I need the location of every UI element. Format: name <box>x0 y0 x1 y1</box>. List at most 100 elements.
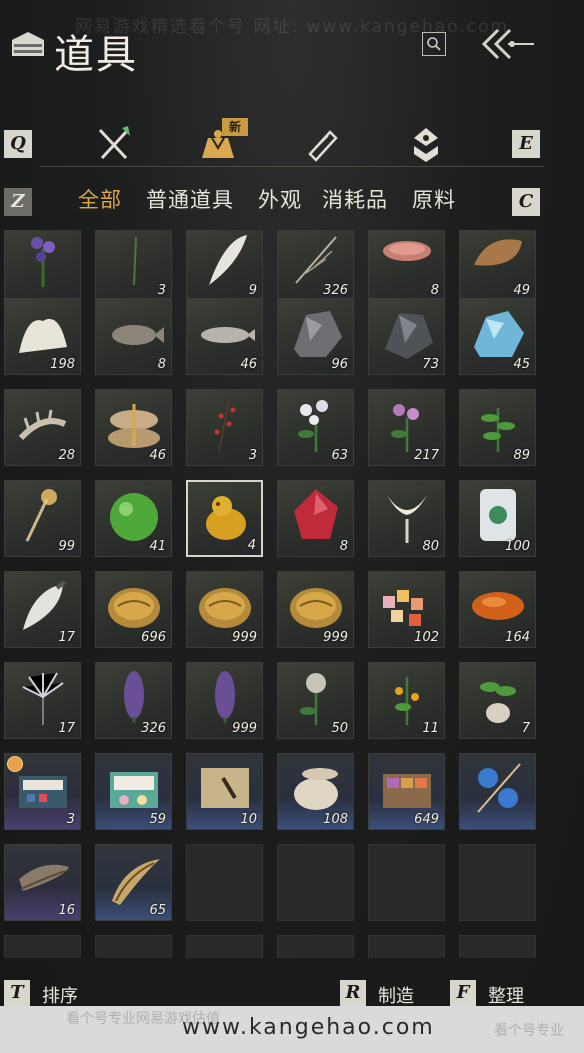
inventory-slot-orange-stone[interactable]: 164 <box>459 571 536 648</box>
category-materials[interactable]: 原料 <box>412 184 456 214</box>
inventory-slot-orange-fruit-plant[interactable]: 11 <box>368 662 445 739</box>
inventory-slot-gold-shell[interactable]: 999 <box>277 571 354 648</box>
search-button[interactable] <box>422 32 446 56</box>
tidy-key[interactable]: F <box>450 980 476 1006</box>
crossed-swords-icon[interactable] <box>94 124 134 164</box>
category-prev-key[interactable]: Z <box>4 188 32 216</box>
gift-box-teal-icon <box>110 772 158 808</box>
inventory-slot-empty[interactable] <box>277 935 354 958</box>
inventory-slot-empty[interactable] <box>368 844 445 921</box>
category-all[interactable]: 全部 <box>78 184 122 214</box>
back-arrow-icon[interactable] <box>478 26 538 62</box>
item-quantity: 7 <box>521 721 530 736</box>
category-row: Z 全部 普通道具 外观 消耗品 原料 C <box>0 182 584 220</box>
item-quantity: 8 <box>430 283 439 298</box>
fish-silver-icon <box>201 327 255 343</box>
inventory-slot-white-lily[interactable]: 80 <box>368 480 445 557</box>
dark-ore-icon <box>385 313 433 359</box>
inventory-slot-empty[interactable] <box>459 844 536 921</box>
item-quantity: 17 <box>58 630 75 645</box>
inventory-slot-pink-flower[interactable]: 217 <box>368 389 445 466</box>
item-quantity: 89 <box>513 448 530 463</box>
inventory-slot-green-plant[interactable]: 89 <box>459 389 536 466</box>
scroll-icon[interactable] <box>302 124 342 164</box>
inventory-slot-gold-shell[interactable]: 696 <box>95 571 172 648</box>
purple-spike-icon <box>124 671 144 723</box>
inventory-slot-sparkler-torch[interactable]: 99 <box>4 480 81 557</box>
fur-pelt-icon <box>474 239 522 266</box>
inventory-slot-gift-box-teal[interactable]: 59 <box>95 753 172 830</box>
category-appearance[interactable]: 外观 <box>258 184 302 214</box>
inventory-slot-fur-pelt[interactable]: 49 <box>459 230 536 301</box>
inventory-slot-empty[interactable] <box>277 844 354 921</box>
inventory-slot-gold-toad[interactable]: 4 <box>186 480 263 557</box>
inventory-slot-empty[interactable] <box>95 935 172 958</box>
inventory-slot-candy-pieces[interactable]: 102 <box>368 571 445 648</box>
inventory-slot-blue-crystal[interactable]: 45 <box>459 298 536 375</box>
inventory-slot-white-coral[interactable]: 198 <box>4 298 81 375</box>
pouch-icon[interactable] <box>198 124 238 164</box>
inventory-slot-horn-dark[interactable]: 16 <box>4 844 81 921</box>
sort-key[interactable]: T <box>4 980 30 1006</box>
category-next-key[interactable]: C <box>512 188 540 216</box>
tidy-label[interactable]: 整理 <box>488 982 524 1008</box>
inventory-slot-potted-plant[interactable]: 7 <box>459 662 536 739</box>
inventory-slot-gold-shell[interactable]: 999 <box>186 571 263 648</box>
item-quantity: 999 <box>232 630 257 645</box>
bag-icon <box>12 32 44 56</box>
inventory-slot-dark-ore[interactable]: 73 <box>368 298 445 375</box>
inventory-slot-empty[interactable] <box>4 935 81 958</box>
inventory-slot-white-feather[interactable]: 9 <box>186 230 263 301</box>
inventory-slot-red-berries[interactable]: 3 <box>186 389 263 466</box>
inventory-slot-jade-tablet[interactable]: 100 <box>459 480 536 557</box>
inventory-slot-raw-meat[interactable]: 8 <box>368 230 445 301</box>
inventory-slot-white-flower[interactable]: 63 <box>277 389 354 466</box>
spirit-icon[interactable] <box>406 124 446 164</box>
inventory-grid: 3 9 326 8 49 198 8 46 96 73 45 28 46 3 63 217 89 99 41 4 8 80… <box>0 230 584 958</box>
inventory-slot-ink-scroll[interactable]: 10 <box>186 753 263 830</box>
inventory-slot-bone-spine[interactable]: 28 <box>4 389 81 466</box>
inventory-slot-green-orb[interactable]: 41 <box>95 480 172 557</box>
dry-herb-icon <box>295 236 337 284</box>
inventory-slot-red-gem[interactable]: 8 <box>277 480 354 557</box>
craft-label[interactable]: 制造 <box>378 982 414 1008</box>
inventory-slot-dry-herb[interactable]: 326 <box>277 230 354 301</box>
inventory-slot-stone-flower[interactable]: 50 <box>277 662 354 739</box>
white-lily-icon <box>387 495 427 543</box>
inventory-slot-blue-bird-pair[interactable] <box>459 753 536 830</box>
inventory-slot-silver-spider-lily[interactable]: 17 <box>4 662 81 739</box>
sparkler-torch-icon <box>25 489 57 542</box>
inventory-slot-white-plume[interactable]: 17 <box>4 571 81 648</box>
craft-key[interactable]: R <box>340 980 366 1006</box>
inventory-slot-fish-grey[interactable]: 8 <box>95 298 172 375</box>
inventory-slot-empty[interactable] <box>459 935 536 958</box>
inventory-slot-iron-ore[interactable]: 96 <box>277 298 354 375</box>
category-consumables[interactable]: 消耗品 <box>322 184 388 214</box>
inventory-slot-fish-silver[interactable]: 46 <box>186 298 263 375</box>
sort-label[interactable]: 排序 <box>42 982 78 1008</box>
inventory-slot-empty[interactable] <box>368 935 445 958</box>
white-coral-icon <box>19 318 67 353</box>
inventory-slot-gift-box-brown[interactable]: 649 <box>368 753 445 830</box>
tab-next-key[interactable]: E <box>512 130 540 158</box>
inventory-slot-rice-bundle[interactable]: 46 <box>95 389 172 466</box>
raw-meat-icon <box>383 241 431 261</box>
white-feather-icon <box>209 235 247 285</box>
item-quantity: 4 <box>247 538 256 553</box>
watermark-bottom-bar: 看个号专业网易游戏估值 www.kangehao.com 看个号专业 <box>0 1006 584 1053</box>
inventory-slot-grass-sprout[interactable]: 3 <box>95 230 172 301</box>
inventory-slot-empty[interactable] <box>186 844 263 921</box>
tab-prev-key[interactable]: Q <box>4 130 32 158</box>
inventory-slot-purple-spike[interactable]: 999 <box>186 662 263 739</box>
inventory-slot-horn-light[interactable]: 65 <box>95 844 172 921</box>
category-common-items[interactable]: 普通道具 <box>146 184 234 214</box>
page-title: 道具 <box>54 32 138 78</box>
inventory-slot-gift-box-blue[interactable]: 3 <box>4 753 81 830</box>
inventory-slot-purple-spike[interactable]: 326 <box>95 662 172 739</box>
inventory-slot-ceramic-jar[interactable]: 108 <box>277 753 354 830</box>
item-quantity: 198 <box>50 357 75 372</box>
item-quantity: 73 <box>422 357 439 372</box>
inventory-slot-empty[interactable] <box>186 935 263 958</box>
item-quantity: 102 <box>414 630 439 645</box>
inventory-slot-lavender-herb[interactable] <box>4 230 81 301</box>
